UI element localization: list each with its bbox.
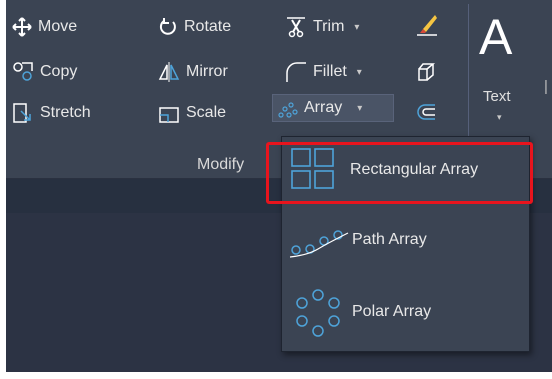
chevron-down-icon[interactable]: ▾ <box>357 103 362 114</box>
text-button[interactable]: A Text ▾ <box>479 10 539 125</box>
erase-button[interactable] <box>415 12 439 38</box>
rotate-icon <box>159 18 176 35</box>
fillet-icon <box>286 62 306 82</box>
offset-icon <box>417 104 435 120</box>
stretch-label: Stretch <box>40 104 91 121</box>
array-label: Array <box>304 99 343 116</box>
mirror-icon <box>158 62 180 82</box>
move-label: Move <box>38 18 78 35</box>
chevron-down-icon[interactable]: ▾ <box>497 112 502 123</box>
trim-icon <box>287 17 305 38</box>
array-icon <box>278 102 298 118</box>
scale-label: Scale <box>186 104 227 121</box>
text-icon: A <box>479 9 513 65</box>
trim-label: Trim <box>313 18 345 35</box>
path-array-label: Path Array <box>352 231 427 248</box>
move-button[interactable]: Move <box>12 14 77 40</box>
chevron-down-icon[interactable]: ▾ <box>357 67 362 78</box>
polar-array-label: Polar Array <box>352 303 432 320</box>
fillet-label: Fillet <box>313 63 347 80</box>
chevron-down-icon[interactable]: ▾ <box>354 22 359 33</box>
eraser-icon <box>417 15 437 36</box>
copy-button[interactable]: Copy <box>12 59 77 85</box>
stretch-button[interactable]: Stretch <box>12 100 91 126</box>
trim-button[interactable]: Trim ▾ <box>285 14 359 40</box>
offset-button[interactable] <box>415 100 437 126</box>
fillet-button[interactable]: Fillet ▾ <box>285 59 362 85</box>
modify-panel-title[interactable]: Modify <box>197 156 244 174</box>
rotate-label: Rotate <box>184 18 232 35</box>
explode-button[interactable] <box>415 59 437 85</box>
text-label: Text <box>483 88 511 105</box>
polar-array-icon <box>296 289 340 337</box>
stretch-icon <box>13 103 31 123</box>
array-button[interactable]: Array ▾ <box>278 95 362 121</box>
highlight-box <box>266 142 533 204</box>
menu-item-path-array[interactable]: Path Array <box>282 219 529 269</box>
mirror-label: Mirror <box>186 63 228 80</box>
cut-off-tool: | <box>544 78 548 95</box>
scale-icon <box>159 107 179 123</box>
copy-icon <box>13 62 33 81</box>
scale-button[interactable]: Scale <box>158 100 226 126</box>
autocad-window: Move Rotate Trim ▾ Copy Mirror Fillet ▾ … <box>6 0 552 372</box>
menu-item-polar-array[interactable]: Polar Array <box>282 285 529 339</box>
explode-icon <box>418 63 436 81</box>
mirror-button[interactable]: Mirror <box>158 59 228 85</box>
move-icon <box>12 17 32 37</box>
copy-label: Copy <box>40 63 78 80</box>
path-array-icon <box>289 230 349 258</box>
rotate-button[interactable]: Rotate <box>158 14 231 40</box>
